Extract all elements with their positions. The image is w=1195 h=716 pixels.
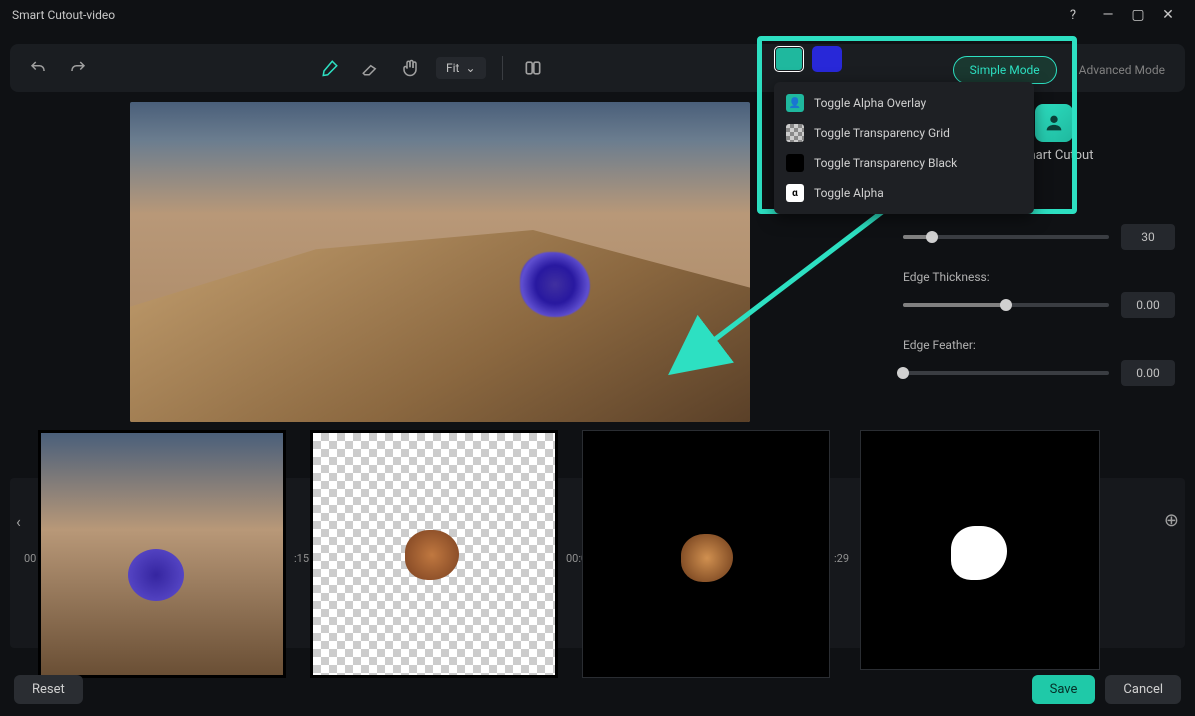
popup-label: Toggle Alpha xyxy=(814,186,884,200)
edge-thickness-label: Edge Thickness: xyxy=(903,270,1175,284)
popup-item-alpha[interactable]: α Toggle Alpha xyxy=(774,178,1034,208)
tab-simple-mode[interactable]: Simple Mode xyxy=(953,56,1057,84)
smart-cutout-icon[interactable] xyxy=(1035,104,1073,142)
save-button[interactable]: Save xyxy=(1032,675,1096,704)
edge-feather-value[interactable]: 0.00 xyxy=(1121,360,1175,386)
timeline-tick: :29 xyxy=(834,552,849,565)
help-icon[interactable]: ? xyxy=(1061,8,1085,23)
popup-label: Toggle Transparency Black xyxy=(814,156,957,170)
black-icon xyxy=(786,154,804,172)
undo-icon[interactable] xyxy=(24,54,52,82)
timeline-zoom-in-icon[interactable]: ⊕ xyxy=(1164,510,1179,531)
popup-label: Toggle Transparency Grid xyxy=(814,126,950,140)
popup-item-transparency-black[interactable]: Toggle Transparency Black xyxy=(774,148,1034,178)
preview-transparency-grid[interactable] xyxy=(310,430,558,678)
overlay-color-blue[interactable] xyxy=(812,46,842,72)
edge-thickness-slider[interactable] xyxy=(903,303,1109,307)
preview-transparency-black[interactable] xyxy=(582,430,830,678)
edge-feather-slider[interactable] xyxy=(903,371,1109,375)
popup-item-alpha-overlay[interactable]: 👤 Toggle Alpha Overlay xyxy=(774,88,1034,118)
compare-icon[interactable] xyxy=(519,54,547,82)
zoom-select[interactable]: Fit ⌄ xyxy=(436,57,486,79)
timeline-tick: :15 xyxy=(294,552,309,565)
cutout-subject xyxy=(520,252,590,317)
window-title: Smart Cutout-video xyxy=(12,8,115,22)
alpha-icon: α xyxy=(786,184,804,202)
preview-thumbnails: ‹ ⊕ 00 :15 00:0 :29 xyxy=(10,402,1185,682)
preview-alpha[interactable] xyxy=(860,430,1100,670)
popup-item-transparency-grid[interactable]: Toggle Transparency Grid xyxy=(774,118,1034,148)
minimize-icon[interactable]: — xyxy=(1093,7,1123,23)
hand-icon[interactable] xyxy=(396,54,424,82)
timeline-tick: 00 xyxy=(24,552,36,565)
grid-icon xyxy=(786,124,804,142)
maximize-icon[interactable]: ▢ xyxy=(1123,7,1153,23)
edge-thickness-value[interactable]: 0.00 xyxy=(1121,292,1175,318)
preview-alpha-overlay[interactable] xyxy=(38,430,286,678)
brush-size-slider[interactable] xyxy=(903,235,1109,239)
overlay-color-green[interactable] xyxy=(774,46,804,72)
cancel-button[interactable]: Cancel xyxy=(1105,675,1181,704)
close-icon[interactable]: ✕ xyxy=(1153,7,1183,23)
overlay-popup: 👤 Toggle Alpha Overlay Toggle Transparenc… xyxy=(774,82,1034,214)
redo-icon[interactable] xyxy=(64,54,92,82)
popup-label: Toggle Alpha Overlay xyxy=(814,96,926,110)
preview-canvas[interactable] xyxy=(130,102,750,422)
eraser-icon[interactable] xyxy=(356,54,384,82)
edge-feather-label: Edge Feather: xyxy=(903,338,1175,352)
timeline-prev-icon[interactable]: ‹ xyxy=(16,512,36,532)
zoom-value: Fit xyxy=(446,61,459,75)
tab-advanced-mode[interactable]: Advanced Mode xyxy=(1063,57,1181,83)
reset-button[interactable]: Reset xyxy=(14,675,83,704)
chevron-down-icon: ⌄ xyxy=(465,61,475,75)
brush-size-value[interactable]: 30 xyxy=(1121,224,1175,250)
brush-icon[interactable] xyxy=(316,54,344,82)
person-icon: 👤 xyxy=(786,94,804,112)
